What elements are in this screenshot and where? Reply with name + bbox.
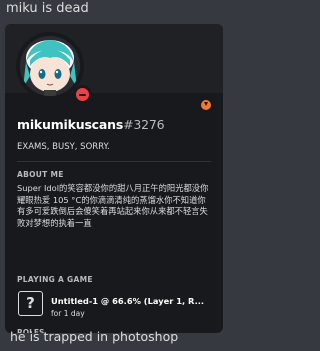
dnd-status-icon — [73, 85, 92, 104]
message-text-bottom: he is trapped in photoshop — [10, 329, 179, 344]
about-me-text: Super Idol的笑容都没你的甜八月正午的阳光都没你耀眼热爱 105 °C的… — [17, 183, 209, 228]
activity-heading: PLAYING A GAME — [17, 275, 93, 284]
custom-status: EXAMS, BUSY, SORRY. — [17, 142, 110, 152]
username-text: mikumikuscans — [17, 117, 124, 132]
question-mark-icon: ? — [18, 291, 43, 316]
about-me-heading: ABOUT ME — [17, 170, 64, 179]
profile-popout: mikumikuscans#3276 EXAMS, BUSY, SORRY. A… — [5, 24, 223, 333]
activity-name: Untitled-1 @ 66.6% (Layer 1, R... — [51, 296, 205, 306]
avatar[interactable] — [16, 32, 92, 104]
profile-username: mikumikuscans#3276 — [17, 117, 165, 132]
miku-avatar-image — [20, 36, 80, 96]
message-text-top: miku is dead — [6, 1, 89, 16]
hypesquad-badge-icon[interactable] — [201, 100, 211, 110]
activity-duration: for 1 day — [51, 309, 85, 318]
profile-divider — [17, 161, 211, 162]
discriminator-text: #3276 — [123, 117, 165, 132]
